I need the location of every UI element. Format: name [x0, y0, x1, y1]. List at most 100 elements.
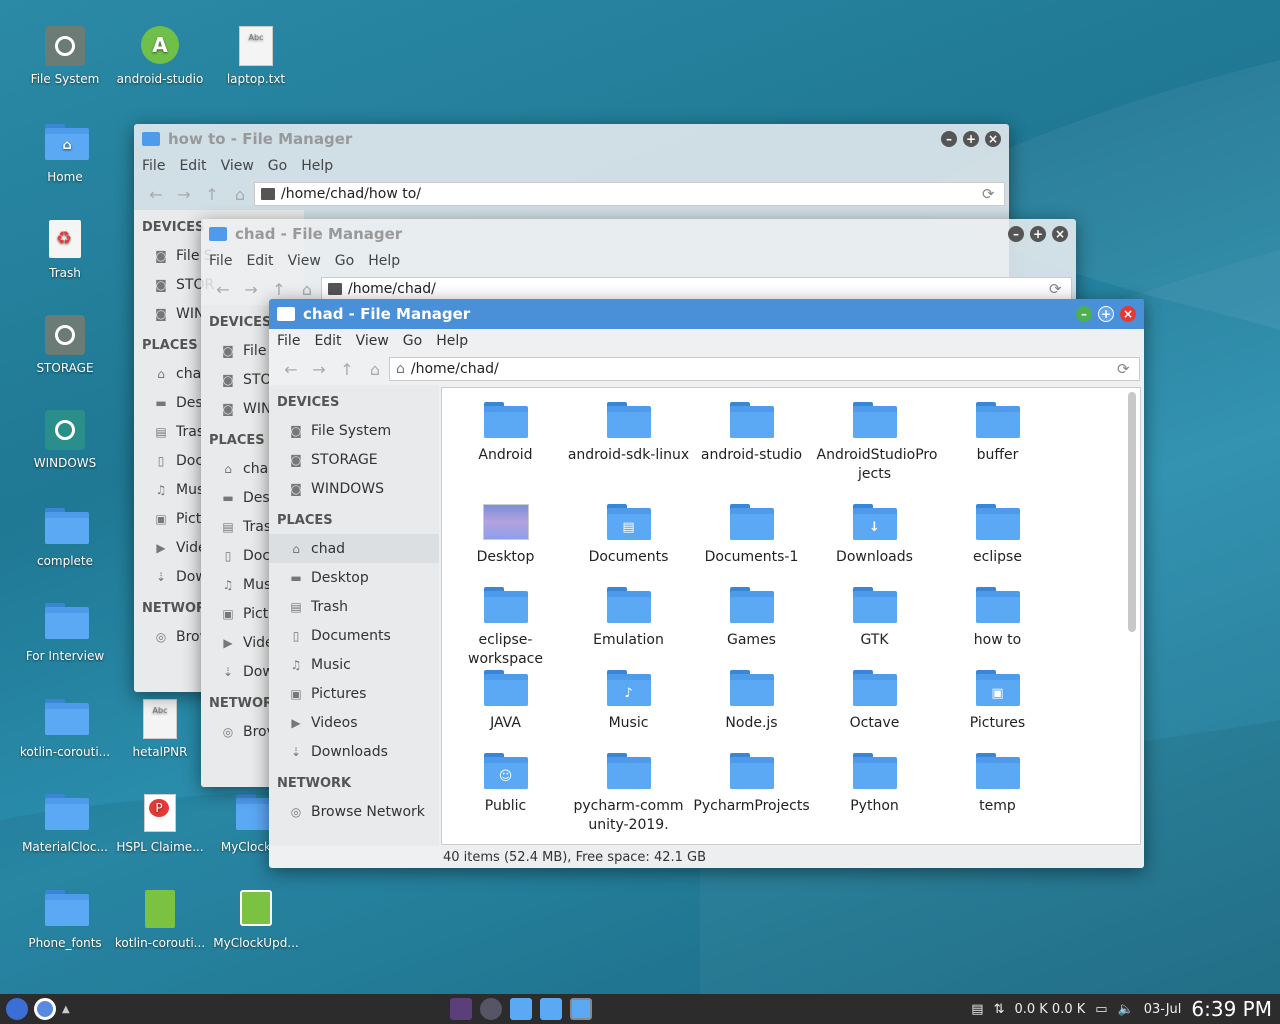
maximize-button[interactable]: +: [963, 131, 979, 147]
home-icon[interactable]: ⌂: [293, 280, 321, 299]
desktop-icon-phone-fonts[interactable]: Phone_fonts: [17, 890, 113, 950]
desktop-icon-home[interactable]: ⌂ Home: [17, 124, 113, 184]
path-bar[interactable]: /home/chad/ ⟳: [321, 277, 1072, 301]
sidebar-item-file-system[interactable]: ◙ File System: [269, 416, 439, 445]
desktop-icon-hetalpnr[interactable]: Abc hetalPNR: [112, 699, 208, 759]
sidebar-item-trash[interactable]: ▤ Trash: [269, 592, 439, 621]
file-item[interactable]: AndroidStudioPro jects: [813, 398, 937, 482]
menu-edit[interactable]: Edit: [179, 158, 206, 174]
desktop-icon-laptop-txt[interactable]: Abc laptop.txt: [208, 26, 304, 86]
menu-edit[interactable]: Edit: [314, 333, 341, 349]
sidebar-item-pictures[interactable]: ▣ Pictures: [269, 679, 439, 708]
file-item[interactable]: ▣ Pictures: [936, 666, 1059, 749]
file-item[interactable]: buffer: [936, 398, 1059, 481]
desktop-icon-for-interview[interactable]: For Interview: [17, 603, 113, 663]
menu-file[interactable]: File: [142, 158, 165, 174]
file-item[interactable]: how to: [936, 583, 1059, 666]
back-arrow-icon[interactable]: ←: [209, 280, 237, 299]
file-item[interactable]: Android: [444, 398, 567, 481]
vertical-scrollbar[interactable]: [1128, 392, 1136, 632]
file-item[interactable]: Documents-1: [690, 500, 813, 583]
file-item[interactable]: Games: [690, 583, 813, 666]
file-item[interactable]: ☺ Public: [444, 749, 567, 832]
file-item[interactable]: eclipse: [936, 500, 1059, 583]
reload-icon[interactable]: ⟳: [982, 185, 1004, 203]
menu-go[interactable]: Go: [335, 253, 354, 269]
menu-view[interactable]: View: [288, 253, 321, 269]
maximize-button[interactable]: +: [1098, 306, 1114, 322]
home-icon[interactable]: ⌂: [226, 185, 254, 204]
up-arrow-icon[interactable]: ↑: [198, 185, 226, 204]
back-arrow-icon[interactable]: ←: [277, 360, 305, 379]
up-arrow-icon[interactable]: ↑: [265, 280, 293, 299]
reload-icon[interactable]: ⟳: [1117, 360, 1139, 378]
close-button[interactable]: ×: [1120, 306, 1136, 322]
window-titlebar[interactable]: chad - File Manager – + ×: [269, 299, 1144, 329]
desktop-icon-windows[interactable]: WINDOWS: [17, 410, 113, 470]
desktop-icon-file-system[interactable]: File System: [17, 26, 113, 86]
file-item[interactable]: Octave: [813, 666, 936, 749]
file-item[interactable]: android-studio: [690, 398, 813, 481]
desktop-icon-complete[interactable]: complete: [17, 508, 113, 568]
reload-icon[interactable]: ⟳: [1049, 280, 1071, 298]
home-icon[interactable]: ⌂: [361, 360, 389, 379]
file-item[interactable]: eclipse-workspace: [444, 583, 567, 667]
sidebar-item-music[interactable]: ♫ Music: [269, 650, 439, 679]
close-button[interactable]: ×: [985, 131, 1001, 147]
menu-view[interactable]: View: [356, 333, 389, 349]
taskbar-folder-icon[interactable]: [540, 998, 562, 1020]
clock[interactable]: 6:39 PM: [1191, 997, 1272, 1021]
minimize-button[interactable]: –: [941, 131, 957, 147]
file-item[interactable]: ♪ Music: [567, 666, 690, 749]
up-arrow-icon[interactable]: ↑: [333, 360, 361, 379]
file-item[interactable]: android-sdk-linux: [567, 398, 690, 481]
maximize-button[interactable]: +: [1030, 226, 1046, 242]
desktop-icon-storage[interactable]: STORAGE: [17, 315, 113, 375]
menu-view[interactable]: View: [221, 158, 254, 174]
path-bar[interactable]: /home/chad/how to/ ⟳: [254, 182, 1005, 206]
volume-icon[interactable]: 🔈: [1118, 1002, 1134, 1017]
sidebar-item-windows[interactable]: ◙ WINDOWS: [269, 474, 439, 503]
desktop-icon-myclockupd[interactable]: MyClockUpd...: [208, 890, 304, 950]
desktop-icon-hspl-claime[interactable]: P HSPL Claime...: [112, 794, 208, 854]
forward-arrow-icon[interactable]: →: [305, 360, 333, 379]
menu-file[interactable]: File: [209, 253, 232, 269]
file-item[interactable]: ↓ Downloads: [813, 500, 936, 583]
taskbar-folder-icon[interactable]: [510, 998, 532, 1020]
back-arrow-icon[interactable]: ←: [142, 185, 170, 204]
network-arrows-icon[interactable]: ⇅: [994, 1002, 1005, 1017]
menu-file[interactable]: File: [277, 333, 300, 349]
file-item[interactable]: JAVA: [444, 666, 567, 749]
file-item[interactable]: PycharmProjects: [690, 749, 813, 832]
file-view[interactable]: Android android-sdk-linux android-studio…: [441, 387, 1141, 845]
taskbar-browser-icon[interactable]: [480, 998, 502, 1020]
taskbar-app-icon[interactable]: [450, 998, 472, 1020]
desktop-icon-android-studio[interactable]: A android-studio: [112, 26, 208, 86]
file-item[interactable]: Emulation: [567, 583, 690, 666]
minimize-button[interactable]: –: [1008, 226, 1024, 242]
window-titlebar[interactable]: how to - File Manager – + ×: [134, 124, 1009, 154]
forward-arrow-icon[interactable]: →: [237, 280, 265, 299]
file-item[interactable]: Python: [813, 749, 936, 832]
sidebar-item-desktop[interactable]: ▬ Desktop: [269, 563, 439, 592]
menu-go[interactable]: Go: [268, 158, 287, 174]
desktop-icon-kotlin-zip[interactable]: kotlin-corouti...: [112, 890, 208, 950]
menu-help[interactable]: Help: [301, 158, 333, 174]
menu-help[interactable]: Help: [436, 333, 468, 349]
sidebar-item-videos[interactable]: ▶ Videos: [269, 708, 439, 737]
file-item[interactable]: Desktop: [444, 500, 567, 583]
close-button[interactable]: ×: [1052, 226, 1068, 242]
desktop-icon-materialclock[interactable]: MaterialCloc...: [17, 794, 113, 854]
app-menu-icon[interactable]: [6, 998, 28, 1020]
sidebar-item-chad[interactable]: ⌂ chad: [269, 534, 439, 563]
desktop-icon-kotlin-coroutines[interactable]: kotlin-corouti...: [17, 699, 113, 759]
menu-help[interactable]: Help: [368, 253, 400, 269]
sidebar-item-storage[interactable]: ◙ STORAGE: [269, 445, 439, 474]
file-item[interactable]: pycharm-community-2019.: [567, 749, 690, 833]
menu-go[interactable]: Go: [403, 333, 422, 349]
browser-icon[interactable]: [34, 998, 56, 1020]
file-item[interactable]: ▤ Documents: [567, 500, 690, 583]
sidebar-item-downloads[interactable]: ⇣ Downloads: [269, 737, 439, 766]
sidebar-item-documents[interactable]: ▯ Documents: [269, 621, 439, 650]
clipboard-icon[interactable]: ▤: [971, 1002, 983, 1017]
